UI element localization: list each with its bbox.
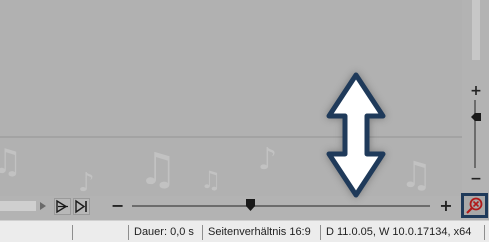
double-vertical-arrow-icon: [326, 72, 386, 198]
skip-to-end-icon: [75, 199, 87, 214]
timeline-workspace[interactable]: ♫ ♪ ♫ ♫ ♪ ♫ + − − +: [0, 0, 489, 220]
music-note-icon: ♫: [200, 166, 222, 194]
skip-to-end-button[interactable]: [73, 198, 90, 215]
vertical-zoom-in-button[interactable]: +: [470, 84, 482, 98]
scroll-right-arrow-icon[interactable]: [39, 201, 47, 211]
status-separator: [128, 225, 129, 240]
music-note-icon: ♫: [400, 155, 433, 196]
status-duration: Dauer: 0,0 s: [134, 226, 194, 238]
play-marker-icon: [56, 199, 68, 214]
music-note-icon: ♫: [138, 144, 178, 195]
zoom-in-button[interactable]: +: [439, 198, 453, 214]
play-marker-button[interactable]: [54, 198, 71, 215]
music-note-icon: ♫: [0, 142, 23, 182]
zoom-fit-button[interactable]: [461, 193, 488, 218]
vertical-zoom-handle[interactable]: [471, 112, 481, 122]
status-separator: [484, 225, 485, 240]
status-version: D 11.0.05, W 10.0.17134, x64: [326, 226, 472, 238]
zoom-fit-icon: [466, 197, 483, 214]
zoom-slider-handle[interactable]: [246, 199, 255, 211]
vertical-zoom-out-button[interactable]: −: [470, 172, 482, 186]
music-note-icon: ♪: [78, 168, 95, 198]
music-note-icon: ♪: [258, 142, 278, 177]
status-separator: [202, 225, 203, 240]
zoom-slider-track[interactable]: [132, 205, 430, 207]
status-bar: Dauer: 0,0 s Seitenverhältnis 16:9 D 11.…: [0, 220, 489, 242]
status-separator: [72, 225, 73, 240]
vertical-scrollbar-thumb[interactable]: [472, 0, 480, 60]
zoom-out-button[interactable]: −: [111, 198, 124, 214]
horizontal-scrollbar-thumb[interactable]: [0, 201, 36, 211]
vertical-zoom-track[interactable]: [474, 100, 476, 168]
status-separator: [320, 225, 321, 240]
status-aspect-ratio: Seitenverhältnis 16:9: [208, 226, 311, 238]
track-divider: [0, 136, 462, 138]
